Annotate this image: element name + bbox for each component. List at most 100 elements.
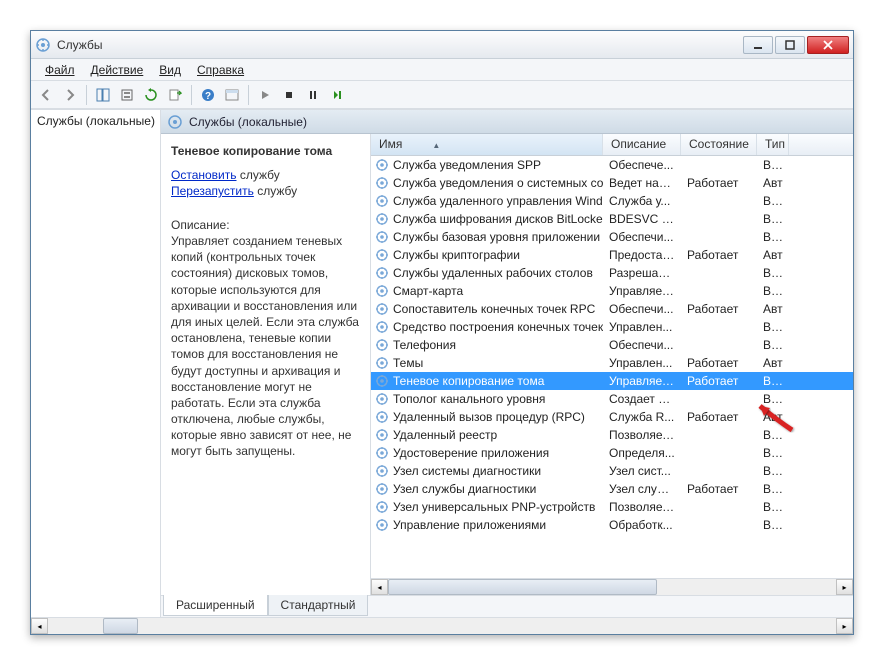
tree-root[interactable]: Службы (локальные) <box>37 114 154 128</box>
scroll-left-button[interactable]: ◂ <box>371 579 388 595</box>
cell-desc: Определя... <box>603 446 681 460</box>
table-row[interactable]: Управление приложениямиОбработк...Вру <box>371 516 853 534</box>
description-text: Управляет созданием теневых копий (контр… <box>171 233 360 460</box>
start-service-button[interactable] <box>254 84 276 106</box>
table-row[interactable]: Служба удаленного управления Windo...Слу… <box>371 192 853 210</box>
toolbar: ? <box>31 81 853 109</box>
service-icon <box>375 518 389 532</box>
tree-pane[interactable]: Службы (локальные) <box>31 110 161 617</box>
properties-button[interactable] <box>116 84 138 106</box>
help-button[interactable]: ? <box>197 84 219 106</box>
col-desc[interactable]: Описание <box>603 134 681 155</box>
cell-name: Смарт-карта <box>371 284 603 298</box>
cell-name: Службы криптографии <box>371 248 603 262</box>
service-icon <box>375 212 389 226</box>
service-icon <box>375 284 389 298</box>
table-row[interactable]: Удостоверение приложенияОпределя...Вру <box>371 444 853 462</box>
stop-service-button[interactable] <box>278 84 300 106</box>
scroll-right-button[interactable]: ▸ <box>836 618 853 634</box>
table-row[interactable]: Службы криптографииПредостав...РаботаетА… <box>371 246 853 264</box>
refresh-button[interactable] <box>140 84 162 106</box>
table-row[interactable]: Смарт-картаУправляет...Вру <box>371 282 853 300</box>
table-row[interactable]: ТемыУправлен...РаботаетАвт <box>371 354 853 372</box>
maximize-button[interactable] <box>775 36 805 54</box>
menu-help[interactable]: Справка <box>189 61 252 79</box>
pause-service-button[interactable] <box>302 84 324 106</box>
scroll-right-button[interactable]: ▸ <box>836 579 853 595</box>
table-row[interactable]: Узел службы диагностикиУзел служ...Работ… <box>371 480 853 498</box>
window-hscrollbar[interactable]: ◂ ▸ <box>31 617 853 634</box>
stop-link[interactable]: Остановить <box>171 168 237 182</box>
service-icon <box>375 302 389 316</box>
scroll-left-button[interactable]: ◂ <box>31 618 48 634</box>
cell-state: Работает <box>681 248 757 262</box>
service-icon <box>375 194 389 208</box>
table-row[interactable]: Службы удаленных рабочих столовРазрешает… <box>371 264 853 282</box>
main-content: Теневое копирование тома Остановить служ… <box>161 134 853 595</box>
col-name[interactable]: Имя▲ <box>371 134 603 155</box>
cell-state: Работает <box>681 410 757 424</box>
cell-name: Узел системы диагностики <box>371 464 603 478</box>
cell-name: Служба удаленного управления Windo... <box>371 194 603 208</box>
scroll-thumb[interactable] <box>388 579 657 595</box>
restart-link[interactable]: Перезапустить <box>171 184 254 198</box>
description-label: Описание: <box>171 218 360 232</box>
cell-type: Вру <box>757 320 789 334</box>
cell-type: Авт <box>757 302 789 316</box>
table-row[interactable]: Службы базовая уровня приложенииОбеспечи… <box>371 228 853 246</box>
col-state[interactable]: Состояние <box>681 134 757 155</box>
table-row[interactable]: Сопоставитель конечных точек RPCОбеспечи… <box>371 300 853 318</box>
service-icon <box>375 446 389 460</box>
service-icon <box>375 338 389 352</box>
scroll-thumb[interactable] <box>103 618 138 634</box>
cell-desc: Создает ка... <box>603 392 681 406</box>
minimize-button[interactable] <box>743 36 773 54</box>
show-hide-tree-button[interactable] <box>92 84 114 106</box>
cell-type: Вру <box>757 212 789 226</box>
cell-type: Вру <box>757 482 789 496</box>
cell-type: Вру <box>757 464 789 478</box>
menu-view[interactable]: Вид <box>151 61 189 79</box>
list-hscrollbar[interactable]: ◂ ▸ <box>371 578 853 595</box>
menu-action[interactable]: Действие <box>83 61 152 79</box>
tab-extended[interactable]: Расширенный <box>163 595 268 616</box>
close-button[interactable] <box>807 36 849 54</box>
cell-name: Сопоставитель конечных точек RPC <box>371 302 603 316</box>
table-row[interactable]: Удаленный вызов процедур (RPC)Служба R..… <box>371 408 853 426</box>
cell-name: Удаленный вызов процедур (RPC) <box>371 410 603 424</box>
cell-desc: Служба у... <box>603 194 681 208</box>
table-row[interactable]: Служба уведомления SPPОбеспече...Вру <box>371 156 853 174</box>
right-pane: Службы (локальные) Теневое копирование т… <box>161 110 853 617</box>
service-icon <box>375 230 389 244</box>
table-row[interactable]: ТелефонияОбеспечи...Вру <box>371 336 853 354</box>
tab-standard[interactable]: Стандартный <box>268 595 369 616</box>
forward-button[interactable] <box>59 84 81 106</box>
restart-service-button[interactable] <box>326 84 348 106</box>
cell-state: Работает <box>681 482 757 496</box>
table-row[interactable]: Узел универсальных PNP-устройствПозволяе… <box>371 498 853 516</box>
cell-desc: Управляет... <box>603 374 681 388</box>
scroll-track[interactable] <box>388 579 836 595</box>
table-row[interactable]: Удаленный реестрПозволяет...Вру <box>371 426 853 444</box>
cell-name: Служба уведомления SPP <box>371 158 603 172</box>
menu-file[interactable]: Файл <box>37 61 83 79</box>
table-row[interactable]: Тополог канального уровняСоздает ка...Вр… <box>371 390 853 408</box>
service-icon <box>375 356 389 370</box>
stop-suffix: службу <box>237 168 280 182</box>
list-body[interactable]: Служба уведомления SPPОбеспече...ВруСлуж… <box>371 156 853 578</box>
table-row[interactable]: Служба шифрования дисков BitLockerBDESVC… <box>371 210 853 228</box>
table-row[interactable]: Средство построения конечных точек ...Уп… <box>371 318 853 336</box>
titlebar[interactable]: Службы <box>31 31 853 59</box>
col-type[interactable]: Тип <box>757 134 789 155</box>
table-row[interactable]: Узел системы диагностикиУзел сист...Вру <box>371 462 853 480</box>
scroll-track[interactable] <box>48 618 836 634</box>
cell-state: Работает <box>681 176 757 190</box>
selected-service-name: Теневое копирование тома <box>171 144 360 158</box>
export-button[interactable] <box>164 84 186 106</box>
cell-type: Вру <box>757 194 789 208</box>
console-tree-button[interactable] <box>221 84 243 106</box>
back-button[interactable] <box>35 84 57 106</box>
table-row[interactable]: Служба уведомления о системных соб...Вед… <box>371 174 853 192</box>
cell-type: Вру <box>757 266 789 280</box>
table-row[interactable]: Теневое копирование томаУправляет...Рабо… <box>371 372 853 390</box>
